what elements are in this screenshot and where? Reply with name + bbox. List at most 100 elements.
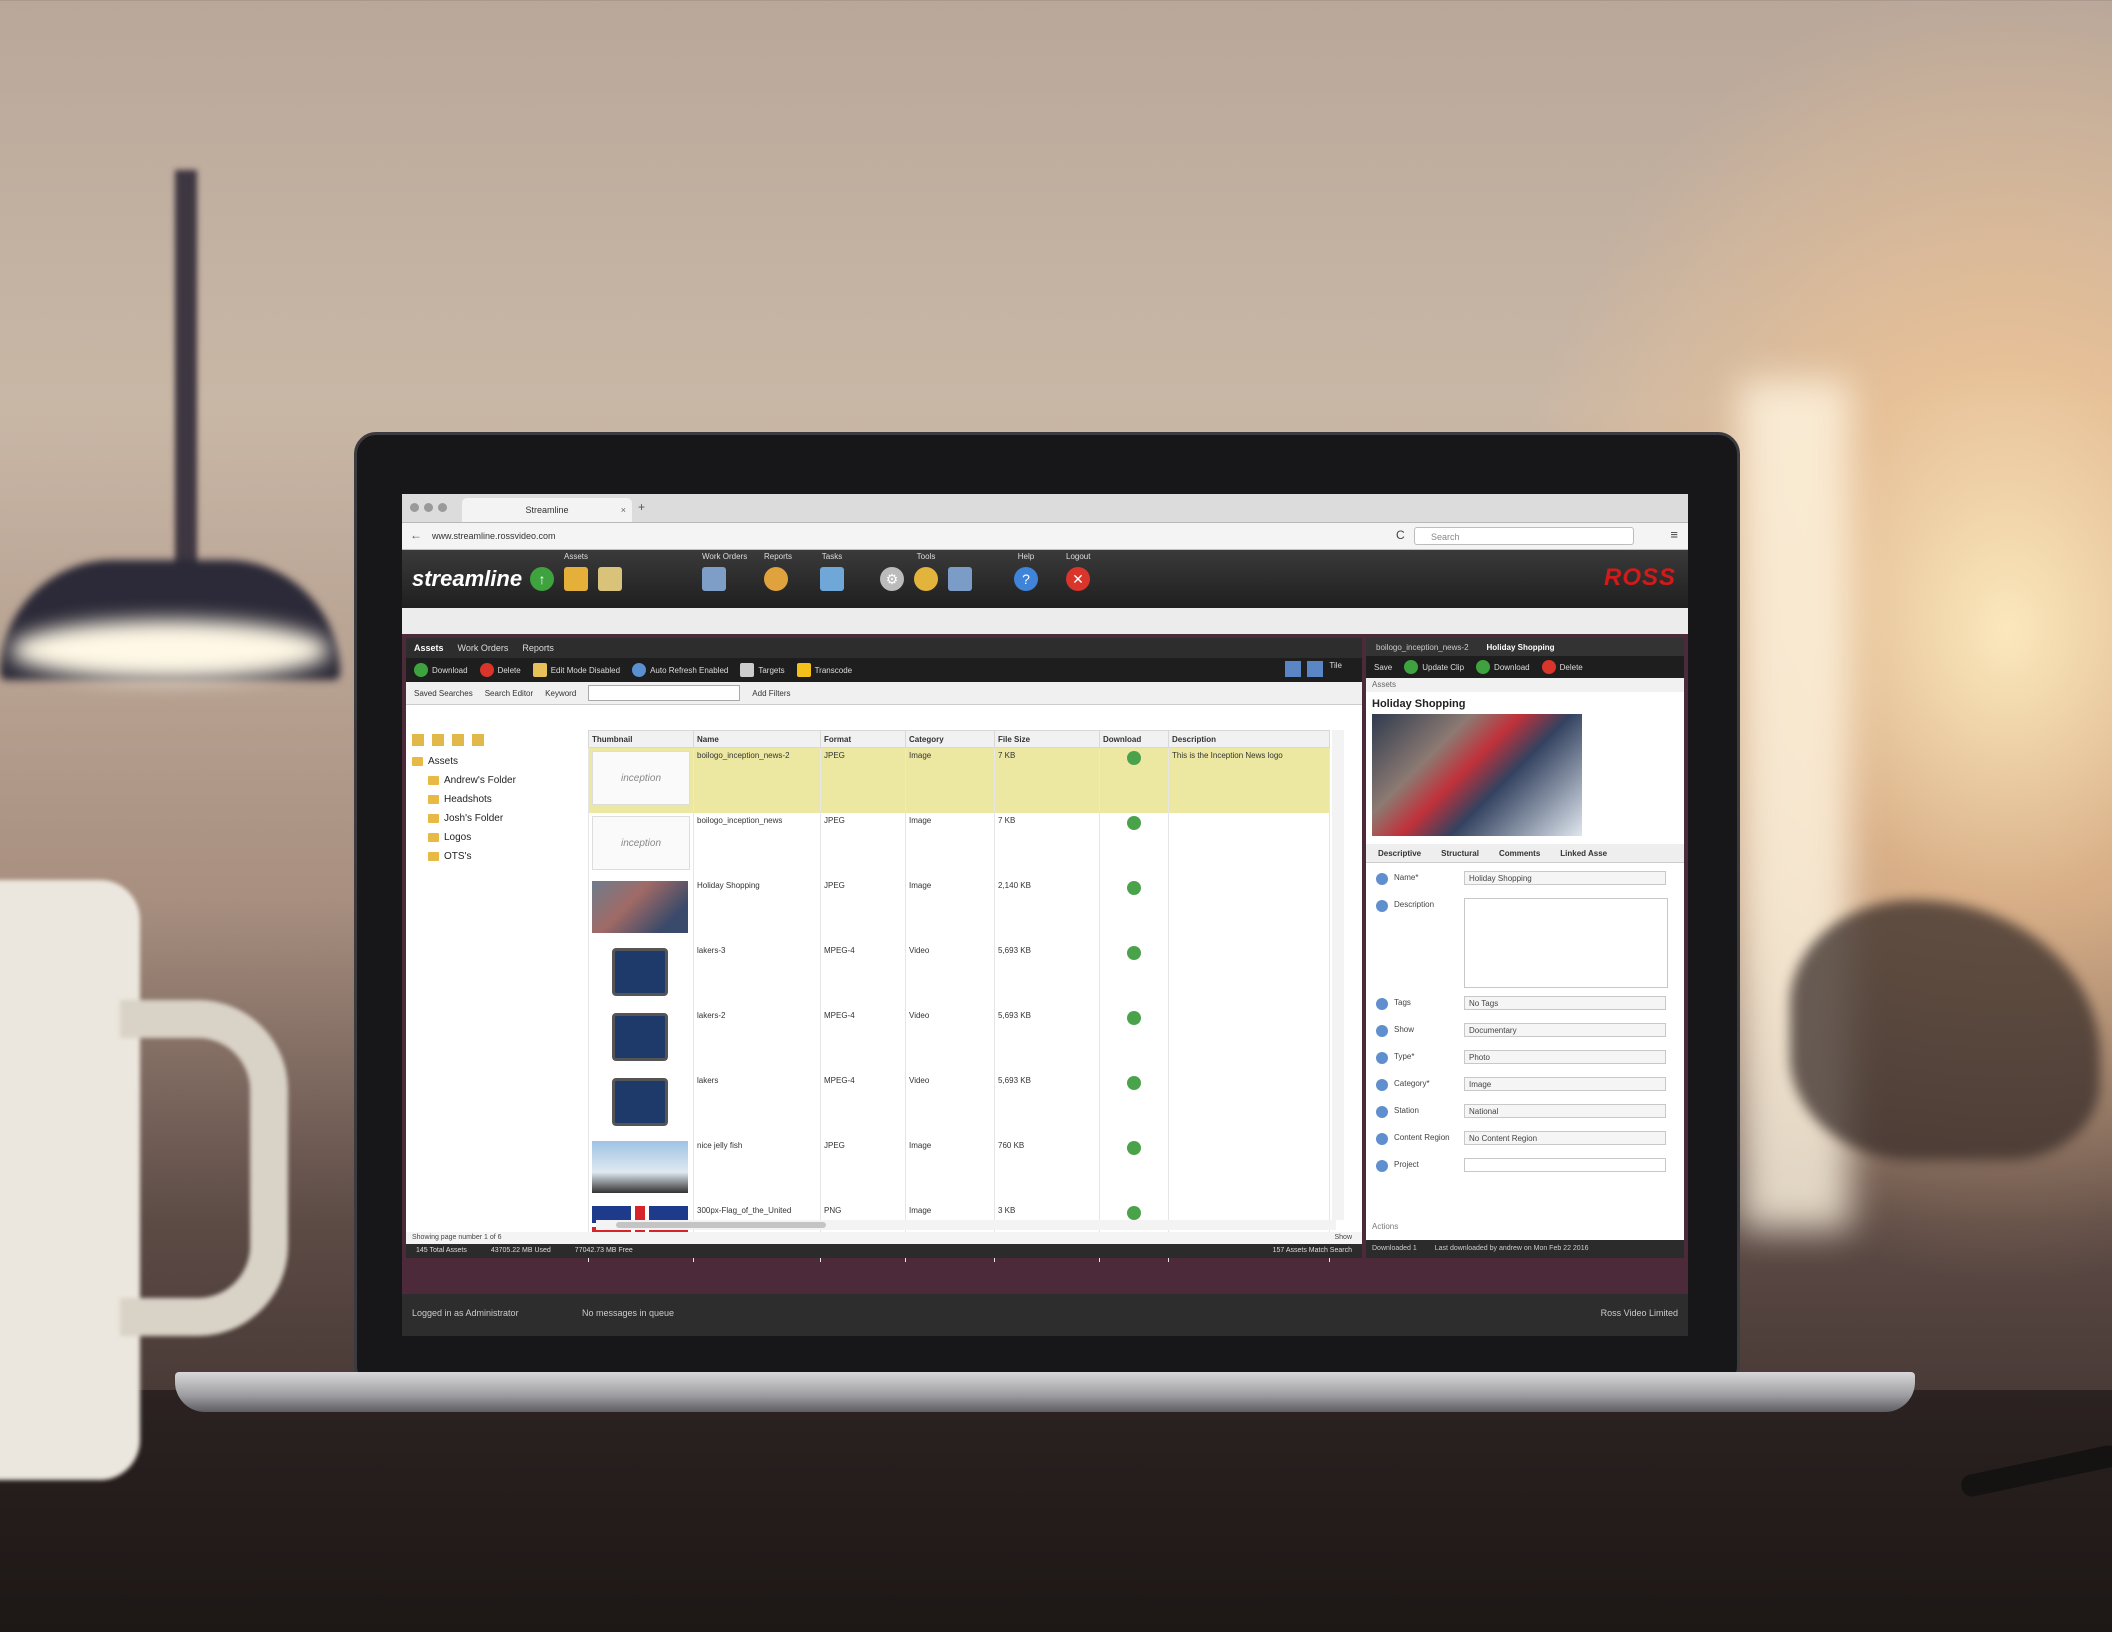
help-icon[interactable]: ?: [1014, 567, 1038, 591]
table-row[interactable]: lakers-2 MPEG-4 Video 5,693 KB: [588, 1008, 1330, 1073]
chat-icon[interactable]: [820, 567, 844, 591]
tree-item-folder[interactable]: Andrew's Folder: [412, 771, 582, 790]
download-button[interactable]: Download: [414, 663, 468, 677]
table-row[interactable]: nice jelly fish JPEG Image 760 KB: [588, 1138, 1330, 1203]
auto-refresh-button[interactable]: Auto Refresh Enabled: [632, 663, 728, 677]
name-input[interactable]: Holiday Shopping: [1464, 871, 1666, 885]
laptop-base: [175, 1372, 1915, 1412]
tab-linked-assets[interactable]: Linked Asse: [1560, 849, 1607, 858]
download-icon[interactable]: [1127, 816, 1141, 830]
table-row[interactable]: Holiday Shopping JPEG Image 2,140 KB: [588, 878, 1330, 943]
type-select[interactable]: Photo: [1464, 1050, 1666, 1064]
tree-item-assets[interactable]: Assets: [412, 752, 582, 771]
targets-button[interactable]: Targets: [740, 663, 785, 677]
gear-icon[interactable]: ⚙: [880, 567, 904, 591]
edit-folder-icon[interactable]: [452, 734, 464, 746]
toolgroup-label: Help: [1017, 552, 1035, 561]
key-icon[interactable]: [914, 567, 938, 591]
transcode-button[interactable]: Transcode: [796, 663, 852, 677]
view-mode-switch[interactable]: Tile: [1285, 661, 1342, 677]
tags-input[interactable]: No Tags: [1464, 996, 1666, 1010]
horizontal-scrollbar[interactable]: [596, 1220, 1336, 1230]
field-name: Name* Holiday Shopping: [1366, 871, 1684, 898]
tab-comments[interactable]: Comments: [1499, 849, 1540, 858]
tab-assets[interactable]: Assets: [414, 643, 444, 653]
download-icon[interactable]: [1127, 946, 1141, 960]
column-header[interactable]: Description: [1168, 730, 1330, 748]
save-button[interactable]: Save: [1374, 663, 1392, 672]
download-icon[interactable]: [1127, 751, 1141, 765]
window-controls[interactable]: [410, 503, 447, 512]
browser-tab-title: Streamline: [525, 505, 569, 515]
download-icon[interactable]: [1127, 1076, 1141, 1090]
hamburger-menu-icon[interactable]: ≡: [1670, 527, 1678, 542]
logout-icon[interactable]: ✕: [1066, 567, 1090, 591]
column-header[interactable]: Name: [693, 730, 821, 748]
pie-chart-icon[interactable]: [764, 567, 788, 591]
tree-item-folder[interactable]: Headshots: [412, 790, 582, 809]
project-input[interactable]: [1464, 1158, 1666, 1172]
table-row[interactable]: lakers-3 MPEG-4 Video 5,693 KB: [588, 943, 1330, 1008]
keyword-input[interactable]: [588, 685, 741, 701]
description-textarea[interactable]: [1464, 898, 1668, 988]
browser-tab[interactable]: Streamline ×: [462, 498, 632, 522]
clipboard-icon[interactable]: [598, 567, 622, 591]
new-tab-button[interactable]: +: [638, 500, 645, 514]
station-select[interactable]: National: [1464, 1104, 1666, 1118]
content-region-select[interactable]: No Content Region: [1464, 1131, 1666, 1145]
download-icon[interactable]: [1127, 881, 1141, 895]
column-header[interactable]: Category: [905, 730, 995, 748]
calendar-icon[interactable]: [702, 567, 726, 591]
show-count-label[interactable]: Show: [1334, 1232, 1362, 1244]
column-header[interactable]: File Size: [994, 730, 1100, 748]
download-icon[interactable]: [1127, 1141, 1141, 1155]
tree-item-folder[interactable]: OTS's: [412, 847, 582, 866]
show-select[interactable]: Documentary: [1464, 1023, 1666, 1037]
tree-item-folder[interactable]: Josh's Folder: [412, 809, 582, 828]
column-header[interactable]: Download: [1099, 730, 1169, 748]
table-row[interactable]: inception boilogo_inception_news JPEG Im…: [588, 813, 1330, 878]
cell-description: [1168, 943, 1330, 1008]
table-header: Thumbnail Name Format Category File Size…: [588, 730, 1330, 748]
actions-button[interactable]: Actions: [1372, 1222, 1398, 1231]
download-icon[interactable]: [1127, 1011, 1141, 1025]
add-filters-button[interactable]: Add Filters: [752, 689, 790, 698]
upload-icon[interactable]: ↑: [530, 567, 554, 591]
column-header[interactable]: Format: [820, 730, 906, 748]
download-icon: [1476, 660, 1491, 674]
table-row[interactable]: lakers MPEG-4 Video 5,693 KB: [588, 1073, 1330, 1138]
new-folder-icon[interactable]: [412, 734, 424, 746]
back-icon[interactable]: ←: [410, 528, 422, 542]
field-tags: Tags No Tags: [1366, 996, 1684, 1023]
tab-asset-previous[interactable]: boilogo_inception_news-2: [1376, 643, 1469, 652]
scroll-thumb[interactable]: [616, 1222, 826, 1228]
details-download-button[interactable]: Download: [1476, 660, 1530, 674]
table-row[interactable]: inception boilogo_inception_news-2 JPEG …: [588, 747, 1330, 813]
windows-icon[interactable]: [948, 567, 972, 591]
info-icon: [1376, 1025, 1388, 1037]
tab-descriptive[interactable]: Descriptive: [1378, 849, 1421, 858]
refresh-folder-icon[interactable]: [432, 734, 444, 746]
download-icon[interactable]: [1127, 1206, 1141, 1220]
message-queue-label: No messages in queue: [582, 1308, 675, 1318]
delete-folder-icon[interactable]: [472, 734, 484, 746]
delete-button[interactable]: Delete: [479, 663, 521, 677]
saved-searches-button[interactable]: Saved Searches: [414, 689, 473, 698]
tree-item-folder[interactable]: Logos: [412, 828, 582, 847]
category-select[interactable]: Image: [1464, 1077, 1666, 1091]
tab-work-orders[interactable]: Work Orders: [458, 643, 509, 653]
update-clip-button[interactable]: Update Clip: [1404, 660, 1464, 674]
folder-icon[interactable]: [564, 567, 588, 591]
browser-search-input[interactable]: Search: [1414, 527, 1634, 545]
details-delete-button[interactable]: Delete: [1541, 660, 1583, 674]
vertical-scrollbar[interactable]: [1332, 730, 1344, 1220]
tab-structural[interactable]: Structural: [1441, 849, 1479, 858]
reload-icon[interactable]: C: [1396, 528, 1405, 542]
column-header[interactable]: Thumbnail: [588, 730, 694, 748]
search-editor-button[interactable]: Search Editor: [485, 689, 533, 698]
close-icon[interactable]: ×: [621, 498, 626, 522]
edit-mode-button[interactable]: Edit Mode Disabled: [532, 663, 620, 677]
tab-holiday-shopping[interactable]: Holiday Shopping: [1487, 643, 1555, 652]
tab-reports[interactable]: Reports: [522, 643, 554, 653]
address-field[interactable]: www.streamline.rossvideo.com: [432, 528, 1392, 544]
